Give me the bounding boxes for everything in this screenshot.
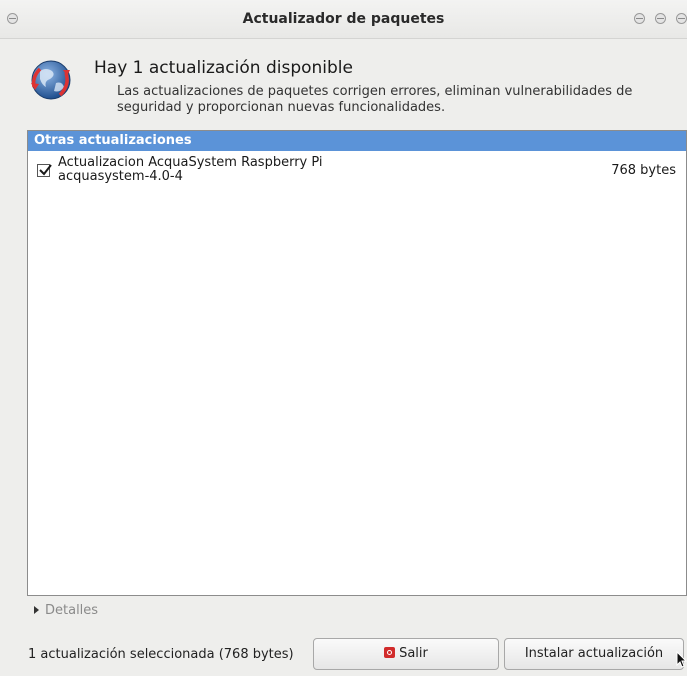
description-line-2: seguridad y proporcionan nuevas funciona… [117, 100, 446, 115]
details-expander[interactable]: Detalles [34, 603, 98, 618]
update-name: Actualizacion AcquaSystem Raspberry Pi [58, 155, 323, 170]
quit-button[interactable]: Salir [313, 638, 499, 670]
list-item[interactable]: Actualizacion AcquaSystem Raspberry Pi a… [28, 151, 686, 187]
quit-label: Salir [399, 646, 428, 661]
globe-update-icon [31, 60, 71, 100]
window-title: Actualizador de paquetes [242, 11, 445, 27]
install-label: Instalar actualización [524, 646, 664, 661]
quit-icon [384, 647, 396, 658]
update-headline: Hay 1 actualización disponible [94, 58, 353, 78]
expander-arrow-icon [34, 606, 39, 614]
minimize-icon[interactable] [634, 13, 645, 24]
checkmark-icon [39, 164, 52, 176]
update-package: acquasystem-4.0-4 [58, 169, 183, 184]
maximize-icon[interactable] [655, 13, 666, 24]
group-header-other-updates[interactable]: Otras actualizaciones [28, 131, 686, 151]
mouse-cursor-icon [676, 651, 687, 668]
update-size: 768 bytes [611, 163, 676, 178]
window-titlebar[interactable]: Actualizador de paquetes [0, 0, 687, 39]
description-line-1: Las actualizaciones de paquetes corrigen… [117, 84, 633, 99]
update-description: Las actualizaciones de paquetes corrigen… [117, 84, 677, 116]
updates-list[interactable]: Otras actualizaciones Actualizacion Acqu… [27, 130, 687, 596]
close-icon[interactable] [676, 13, 687, 24]
install-update-button[interactable]: Instalar actualización [504, 638, 684, 670]
update-checkbox[interactable] [37, 164, 52, 177]
selection-status: 1 actualización seleccionada (768 bytes) [28, 647, 294, 662]
details-label: Detalles [45, 603, 99, 618]
